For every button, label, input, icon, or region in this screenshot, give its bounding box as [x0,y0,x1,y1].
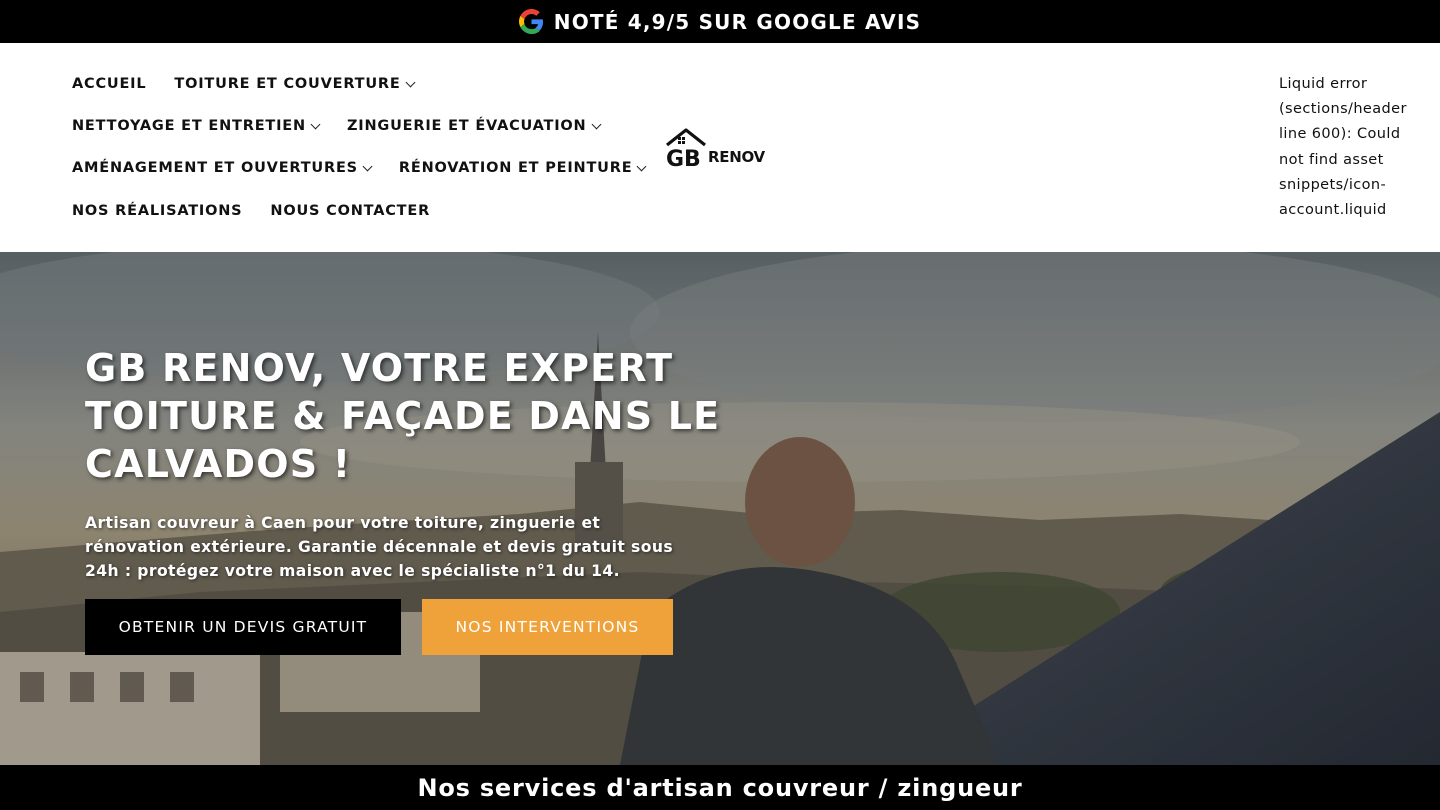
site-logo[interactable]: GB RENOV [664,127,776,169]
nav-item-label: NETTOYAGE ET ENTRETIEN [72,118,306,134]
site-header: ACCUEIL TOITURE ET COUVERTURE NETTOYAGE … [0,43,1440,252]
nav-item-label: NOS RÉALISATIONS [72,203,243,219]
house-icon: GB [666,128,706,169]
chevron-down-icon [405,77,416,87]
chevron-down-icon [636,161,647,171]
nav-row-3: AMÉNAGEMENT ET OUVERTURES RÉNOVATION ET … [72,160,647,176]
get-free-quote-button[interactable]: OBTENIR UN DEVIS GRATUIT [85,599,401,655]
hero-subtitle: Artisan couvreur à Caen pour votre toitu… [85,514,674,580]
nav-row-4: NOS RÉALISATIONS NOUS CONTACTER [72,203,430,219]
nav-row-2: NETTOYAGE ET ENTRETIEN ZINGUERIE ET ÉVAC… [72,118,601,134]
nav-item-label: AMÉNAGEMENT ET OUVERTURES [72,160,358,176]
nav-item-toiture-couverture[interactable]: TOITURE ET COUVERTURE [174,76,416,92]
nav-item-label: RÉNOVATION ET PEINTURE [398,160,633,176]
nav-item-zinguerie-evacuation[interactable]: ZINGUERIE ET ÉVACUATION [346,118,601,134]
nav-item-label: ZINGUERIE ET ÉVACUATION [346,118,587,134]
nav-item-label: ACCUEIL [72,76,147,92]
logo-text: RENOV [708,148,765,166]
logo-mark: GB [666,147,701,169]
rating-text: NOTÉ 4,9/5 SUR GOOGLE AVIS [553,9,922,34]
announcement-bar: NOTÉ 4,9/5 SUR GOOGLE AVIS [0,0,1440,43]
nav-item-label: NOUS CONTACTER [270,203,431,219]
services-section-header: Nos services d'artisan couvreur / zingue… [0,765,1440,810]
nav-item-nous-contacter[interactable]: NOUS CONTACTER [270,203,430,219]
chevron-down-icon [591,119,601,129]
nav-item-nettoyage-entretien[interactable]: NETTOYAGE ET ENTRETIEN [72,118,321,134]
nav-row-1: ACCUEIL TOITURE ET COUVERTURE [72,76,416,92]
nav-item-accueil[interactable]: ACCUEIL [72,76,146,92]
nav-item-renovation-peinture[interactable]: RÉNOVATION ET PEINTURE [398,160,647,176]
services-title: Nos services d'artisan couvreur / zingue… [417,773,1023,802]
nav-item-amenagement-ouvertures[interactable]: AMÉNAGEMENT ET OUVERTURES [72,160,373,176]
google-icon [518,9,544,34]
nav-item-nos-realisations[interactable]: NOS RÉALISATIONS [72,203,242,219]
hero-banner: GB RENOV, VOTRE EXPERT TOITURE & FAÇADE … [0,252,1440,765]
hero-title: GB RENOV, VOTRE EXPERT TOITURE & FAÇADE … [85,346,721,486]
our-interventions-button[interactable]: NOS INTERVENTIONS [422,599,673,655]
chevron-down-icon [362,161,373,171]
chevron-down-icon [310,119,321,129]
nav-item-label: TOITURE ET COUVERTURE [174,76,401,92]
hero-overlay [0,252,1440,765]
header-error-message: Liquid error (sections/header line 600):… [1279,76,1407,219]
